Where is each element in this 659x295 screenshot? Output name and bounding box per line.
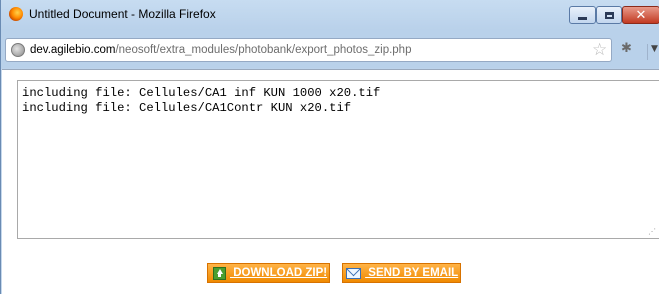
firefox-icon xyxy=(9,7,23,21)
close-icon: ✕ xyxy=(635,7,647,23)
action-buttons: DOWNLOAD ZIP! SEND BY EMAIL xyxy=(207,263,462,283)
bookmark-star-icon[interactable]: ☆ xyxy=(592,40,607,60)
maximize-button[interactable] xyxy=(596,6,622,24)
page-content: including file: Cellules/CA1 inf KUN 100… xyxy=(2,69,659,295)
site-identity-icon[interactable] xyxy=(11,43,25,57)
menu-arrow-icon[interactable]: ▼ xyxy=(647,44,659,60)
close-button[interactable]: ✕ xyxy=(622,6,659,24)
download-icon xyxy=(213,266,226,280)
address-bar[interactable]: dev.agilebio.com/neosoft/extra_modules/p… xyxy=(5,38,612,62)
title-bar[interactable]: Untitled Document - Mozilla Firefox ✕ xyxy=(1,0,659,28)
url-host: dev.agilebio.com xyxy=(30,44,116,56)
addon-icon[interactable]: ✱ xyxy=(621,41,632,56)
maximize-icon xyxy=(604,11,614,19)
resize-grip-icon[interactable]: ⋰ xyxy=(648,228,656,236)
url-text[interactable]: dev.agilebio.com/neosoft/extra_modules/p… xyxy=(30,44,411,56)
send-by-email-label: SEND BY EMAIL xyxy=(365,267,459,279)
minimize-button[interactable] xyxy=(569,6,596,24)
minimize-icon xyxy=(578,16,587,20)
window-title: Untitled Document - Mozilla Firefox xyxy=(29,7,216,21)
download-zip-button[interactable]: DOWNLOAD ZIP! xyxy=(207,263,331,283)
email-icon xyxy=(346,267,362,279)
send-by-email-button[interactable]: SEND BY EMAIL xyxy=(342,263,462,283)
url-path: /neosoft/extra_modules/photobank/export_… xyxy=(115,44,412,56)
export-log-textarea[interactable]: including file: Cellules/CA1 inf KUN 100… xyxy=(17,80,659,239)
browser-window: Untitled Document - Mozilla Firefox ✕ de… xyxy=(0,0,659,295)
download-zip-label: DOWNLOAD ZIP! xyxy=(230,267,328,279)
